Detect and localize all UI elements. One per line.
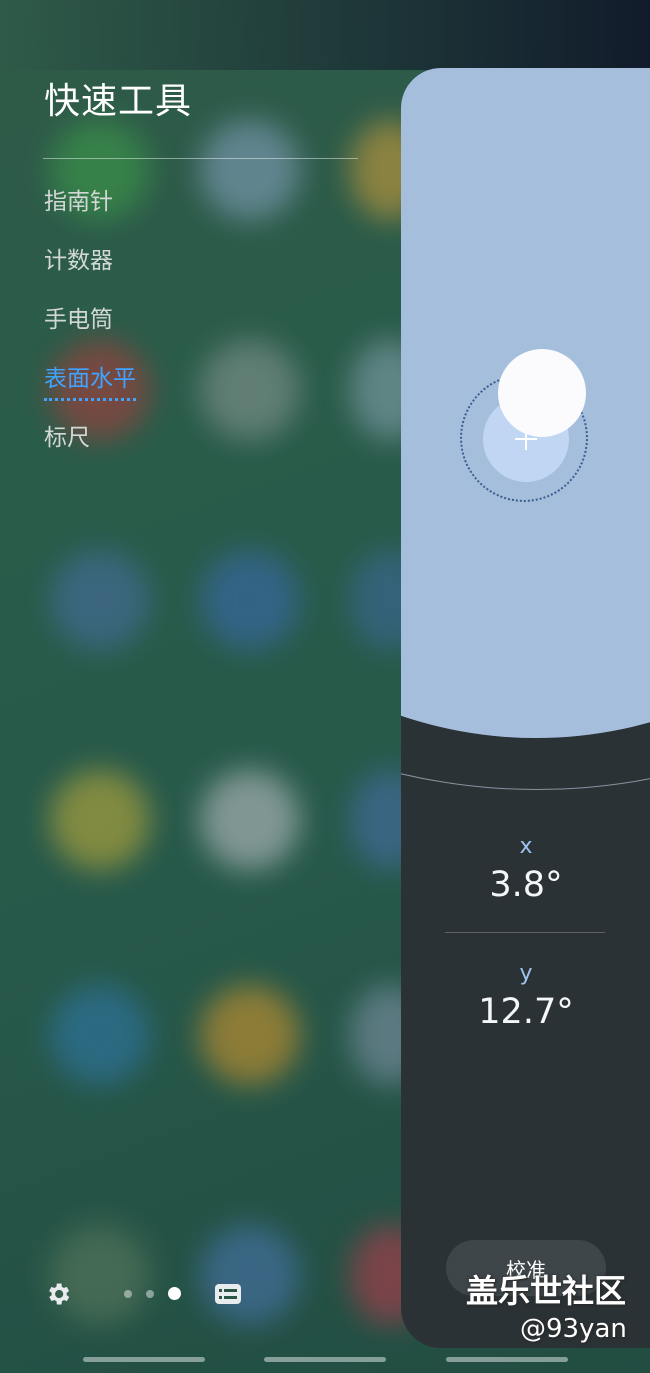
- watermark-title: 盖乐世社区: [466, 1272, 627, 1310]
- menu-item-counter[interactable]: 计数器: [44, 243, 136, 302]
- menu-item-compass[interactable]: 指南针: [44, 184, 136, 243]
- menu-item-flashlight[interactable]: 手电筒: [44, 302, 136, 361]
- list-icon[interactable]: [214, 1282, 242, 1306]
- menu-item-surface-level[interactable]: 表面水平: [44, 361, 136, 420]
- y-axis-value: 12.7°: [478, 992, 574, 1032]
- surface-level-panel: x 3.8° y 12.7° 校准: [401, 68, 650, 1348]
- page-dot: [124, 1289, 132, 1298]
- page-dot-current: [168, 1287, 181, 1300]
- page-indicator: [124, 1287, 181, 1300]
- x-readout: x 3.8°: [401, 834, 650, 905]
- menu-item-label: 指南针: [44, 189, 113, 215]
- menu-item-label: 表面水平: [44, 366, 136, 401]
- menu-item-label: 标尺: [44, 425, 90, 451]
- nav-bar-handle[interactable]: [446, 1357, 568, 1362]
- tools-menu: 指南针 计数器 手电筒 表面水平 标尺: [44, 184, 136, 479]
- level-bubble: [498, 349, 586, 437]
- nav-bar-handle[interactable]: [264, 1357, 386, 1362]
- y-axis-label: y: [519, 961, 533, 986]
- x-axis-value: 3.8°: [489, 865, 563, 905]
- title-divider: [43, 158, 358, 159]
- panel-title: 快速工具: [44, 81, 193, 122]
- menu-item-label: 计数器: [44, 248, 113, 274]
- readout-divider: [445, 932, 605, 933]
- menu-item-ruler[interactable]: 标尺: [44, 420, 136, 479]
- gear-icon[interactable]: [44, 1280, 72, 1308]
- page-dot: [146, 1289, 154, 1298]
- nav-bar-handle[interactable]: [83, 1357, 205, 1362]
- x-axis-label: x: [519, 834, 533, 859]
- status-area-blur: [0, 0, 650, 70]
- y-readout: y 12.7°: [401, 961, 650, 1032]
- watermark-handle: @93yan: [520, 1314, 627, 1344]
- menu-item-label: 手电筒: [44, 307, 113, 333]
